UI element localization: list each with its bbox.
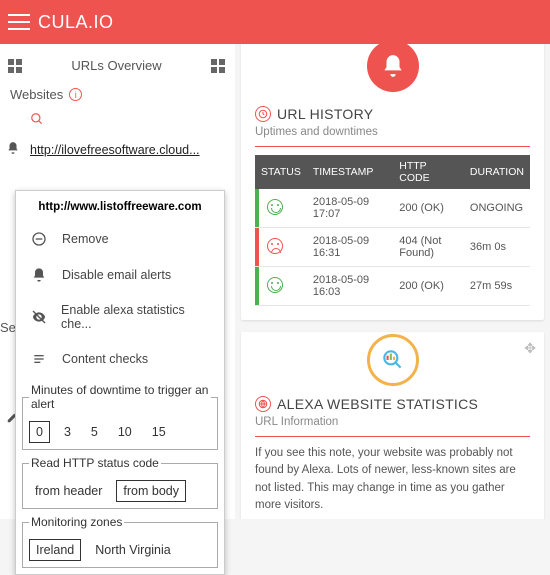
http-fieldset: Read HTTP status code from header from b… — [22, 456, 218, 509]
zone-nvirginia-opt[interactable]: North Virginia — [89, 540, 177, 560]
downtime-fieldset: Minutes of downtime to trigger an alert … — [22, 383, 218, 450]
divider — [255, 436, 530, 437]
zones-fieldset: Monitoring zones Ireland North Virginia — [22, 515, 218, 568]
brand-title: CULA.IO — [38, 12, 114, 33]
websites-label: Websites — [10, 87, 63, 102]
downtime-opt-0[interactable]: 0 — [29, 421, 50, 443]
status-error-icon — [267, 238, 283, 254]
alexa-body-text: If you see this note, your website was p… — [255, 445, 530, 514]
zone-ireland-opt[interactable]: Ireland — [29, 539, 81, 561]
url-context-popup: http://www.listoffreeware.com Remove Dis… — [15, 190, 225, 575]
col-duration: DURATION — [464, 155, 530, 189]
card-title-row: URL HISTORY — [255, 106, 530, 122]
card-hero-icon — [255, 334, 530, 386]
downtime-opt-15[interactable]: 15 — [146, 422, 172, 442]
alexa-title: ALEXA WEBSITE STATISTICS — [277, 396, 478, 412]
sidebar-url-link[interactable]: http://ilovefreesoftware.cloud... — [30, 143, 225, 157]
grid-icon[interactable] — [211, 59, 225, 73]
status-ok-icon — [267, 199, 283, 215]
url-history-card: URL HISTORY Uptimes and downtimes STATUS… — [241, 44, 544, 320]
url-history-title: URL HISTORY — [277, 106, 373, 122]
table-row: 2018-05-09 16:31 404 (Not Found) 36m 0s — [255, 228, 530, 267]
table-row: 2018-05-09 16:03 200 (OK) 27m 59s — [255, 267, 530, 306]
http-body-opt[interactable]: from body — [116, 480, 186, 502]
search-icon[interactable] — [0, 106, 235, 133]
http-legend: Read HTTP status code — [29, 456, 161, 470]
grid-icon[interactable] — [8, 59, 22, 73]
history-table: STATUS TIMESTAMP HTTP CODE DURATION 2018… — [255, 155, 530, 306]
hamburger-menu-icon[interactable] — [8, 14, 30, 30]
http-header-opt[interactable]: from header — [29, 481, 108, 501]
status-ok-icon — [267, 277, 283, 293]
remove-icon — [28, 231, 50, 247]
info-icon[interactable]: i — [69, 88, 82, 101]
topbar: CULA.IO — [0, 0, 550, 44]
url-history-subtitle: Uptimes and downtimes — [255, 126, 530, 138]
sidebar-url-item[interactable]: http://ilovefreesoftware.cloud... — [0, 133, 235, 166]
enable-alexa-item[interactable]: Enable alexa statistics che... — [16, 293, 224, 341]
popup-url-title: http://www.listoffreeware.com — [16, 191, 224, 221]
divider — [255, 146, 530, 147]
downtime-opt-3[interactable]: 3 — [58, 422, 77, 442]
alexa-card: ✥ ALEXA WEBSITE STATISTICS URL Informati… — [241, 332, 544, 519]
zones-legend: Monitoring zones — [29, 515, 124, 529]
remove-item[interactable]: Remove — [16, 221, 224, 257]
col-status: STATUS — [255, 155, 307, 189]
bell-icon — [6, 141, 20, 158]
col-http: HTTP CODE — [393, 155, 464, 189]
col-timestamp: TIMESTAMP — [307, 155, 393, 189]
alexa-subtitle: URL Information — [255, 416, 530, 428]
downtime-opt-5[interactable]: 5 — [85, 422, 104, 442]
move-handle-icon[interactable]: ✥ — [524, 340, 536, 357]
globe-icon — [255, 396, 271, 412]
disable-alerts-item[interactable]: Disable email alerts — [16, 257, 224, 293]
clock-icon — [255, 106, 271, 122]
eye-off-icon — [28, 309, 49, 325]
list-icon — [28, 351, 50, 367]
content-checks-item[interactable]: Content checks — [16, 341, 224, 377]
downtime-opt-10[interactable]: 10 — [112, 422, 138, 442]
urls-overview-label: URLs Overview — [71, 58, 161, 73]
bell-icon — [28, 267, 50, 283]
downtime-legend: Minutes of downtime to trigger an alert — [29, 383, 211, 411]
card-title-row: ALEXA WEBSITE STATISTICS — [255, 396, 530, 412]
card-hero-icon — [255, 44, 530, 92]
table-row: 2018-05-09 17:07 200 (OK) ONGOING — [255, 189, 530, 228]
content-area: URL HISTORY Uptimes and downtimes STATUS… — [235, 44, 550, 519]
